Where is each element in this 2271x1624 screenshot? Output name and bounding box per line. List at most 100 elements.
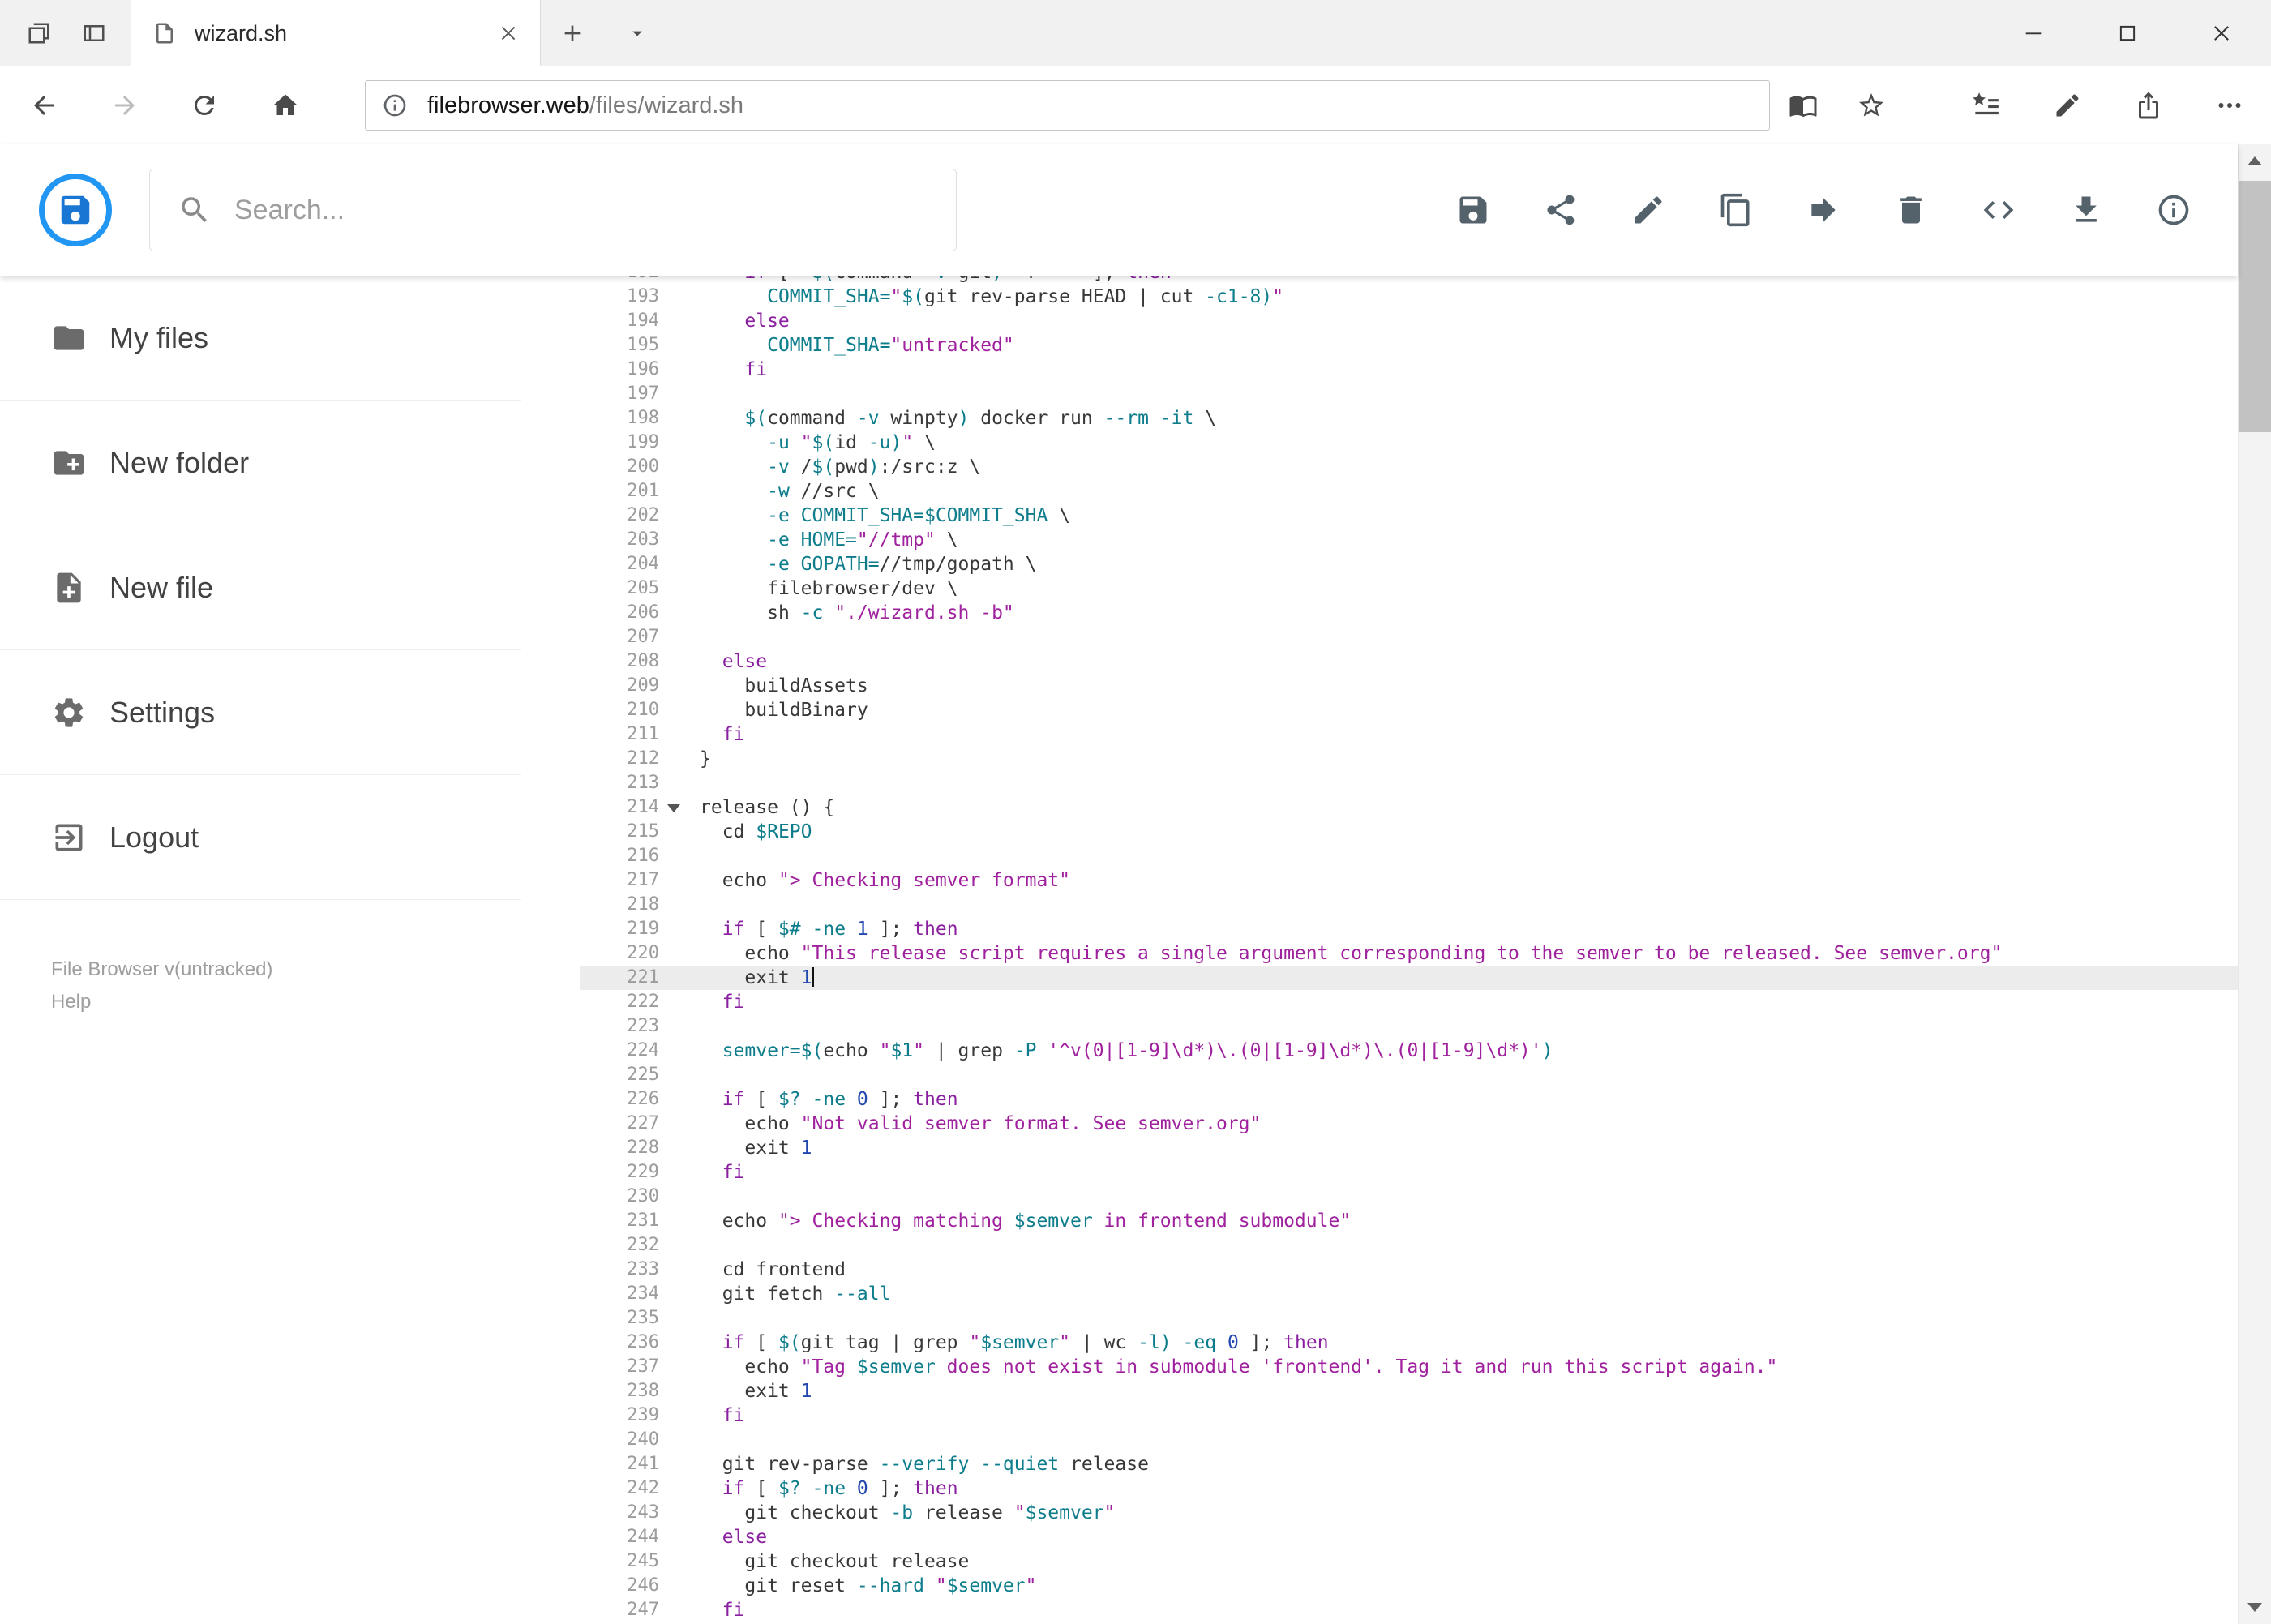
- share-page-icon[interactable]: [2129, 86, 2168, 125]
- share-button[interactable]: [1543, 192, 1579, 228]
- gutter-fold-zone[interactable]: [659, 795, 700, 820]
- code-line-238[interactable]: 238 exit 1: [580, 1379, 2238, 1403]
- reading-view-icon[interactable]: [1784, 86, 1823, 125]
- code-line-233[interactable]: 233 cd frontend: [580, 1258, 2238, 1282]
- code-line-225[interactable]: 225: [580, 1063, 2238, 1087]
- help-link[interactable]: Help: [51, 986, 580, 1018]
- minimize-icon[interactable]: [2007, 11, 2059, 56]
- app-logo[interactable]: [39, 174, 112, 246]
- code-line-204[interactable]: 204 -e GOPATH=//tmp/gopath \: [580, 552, 2238, 576]
- tab-close-icon[interactable]: [498, 23, 519, 44]
- code-line-200[interactable]: 200 -v /$(pwd):/src:z \: [580, 455, 2238, 479]
- code-line-203[interactable]: 203 -e HOME="//tmp" \: [580, 528, 2238, 552]
- edit-button[interactable]: [1630, 192, 1666, 228]
- code-line-245[interactable]: 245 git checkout release: [580, 1549, 2238, 1574]
- code-line-209[interactable]: 209 buildAssets: [580, 674, 2238, 698]
- code-line-228[interactable]: 228 exit 1: [580, 1136, 2238, 1160]
- code-line-194[interactable]: 194 else: [580, 309, 2238, 333]
- code-line-211[interactable]: 211 fi: [580, 722, 2238, 747]
- code-line-205[interactable]: 205 filebrowser/dev \: [580, 576, 2238, 601]
- code-line-226[interactable]: 226 if [ $? -ne 0 ]; then: [580, 1087, 2238, 1112]
- sidebar-item-new-file[interactable]: New file: [0, 525, 521, 650]
- code-line-240[interactable]: 240: [580, 1428, 2238, 1452]
- page-scrollbar[interactable]: [2238, 144, 2271, 1624]
- code-line-219[interactable]: 219 if [ $# -ne 1 ]; then: [580, 917, 2238, 941]
- code-line-232[interactable]: 232: [580, 1233, 2238, 1258]
- code-line-242[interactable]: 242 if [ $? -ne 0 ]; then: [580, 1476, 2238, 1501]
- code-line-207[interactable]: 207: [580, 625, 2238, 649]
- code-line-231[interactable]: 231 echo "> Checking matching $semver in…: [580, 1209, 2238, 1233]
- tab-preview-icon[interactable]: [16, 11, 62, 56]
- code-line-208[interactable]: 208 else: [580, 649, 2238, 674]
- url-field[interactable]: filebrowser.web/files/wizard.sh: [365, 80, 1770, 131]
- more-icon[interactable]: [2210, 86, 2249, 125]
- search-input[interactable]: [233, 193, 956, 227]
- back-icon[interactable]: [21, 83, 66, 128]
- code-line-216[interactable]: 216: [580, 844, 2238, 868]
- maximize-icon[interactable]: [2102, 11, 2153, 56]
- sidebar-item-new-folder[interactable]: New folder: [0, 401, 521, 525]
- code-line-241[interactable]: 241 git rev-parse --verify --quiet relea…: [580, 1452, 2238, 1476]
- code-line-201[interactable]: 201 -w //src \: [580, 479, 2238, 503]
- code-line-229[interactable]: 229 fi: [580, 1160, 2238, 1185]
- code-line-214[interactable]: 214 release () {: [580, 795, 2238, 820]
- home-icon[interactable]: [263, 83, 308, 128]
- code-line-227[interactable]: 227 echo "Not valid semver format. See s…: [580, 1112, 2238, 1136]
- code-line-246[interactable]: 246 git reset --hard "$semver": [580, 1574, 2238, 1598]
- code-line-221[interactable]: 221 exit 1: [580, 966, 2238, 990]
- sidebar-item-logout[interactable]: Logout: [0, 775, 521, 900]
- code-editor[interactable]: 192 if [ "$(command -v git)" != "" ]; th…: [580, 276, 2238, 1624]
- copy-button[interactable]: [1718, 192, 1754, 228]
- close-icon[interactable]: [2196, 11, 2247, 56]
- browser-tab[interactable]: wizard.sh: [131, 0, 541, 66]
- forward-icon[interactable]: [102, 83, 148, 128]
- code-line-215[interactable]: 215 cd $REPO: [580, 820, 2238, 844]
- code-line-244[interactable]: 244 else: [580, 1525, 2238, 1549]
- code-line-197[interactable]: 197: [580, 382, 2238, 406]
- download-button[interactable]: [2068, 192, 2104, 228]
- code-line-223[interactable]: 223: [580, 1014, 2238, 1039]
- code-line-206[interactable]: 206 sh -c "./wizard.sh -b": [580, 601, 2238, 625]
- delete-button[interactable]: [1893, 192, 1929, 228]
- code-line-220[interactable]: 220 echo "This release script requires a…: [580, 941, 2238, 966]
- code-line-198[interactable]: 198 $(command -v winpty) docker run --rm…: [580, 406, 2238, 431]
- code-line-193[interactable]: 193 COMMIT_SHA="$(git rev-parse HEAD | c…: [580, 285, 2238, 309]
- code-line-199[interactable]: 199 -u "$(id -u)" \: [580, 431, 2238, 455]
- hub-icon[interactable]: [1966, 86, 2005, 125]
- code-line-236[interactable]: 236 if [ $(git tag | grep "$semver" | wc…: [580, 1330, 2238, 1355]
- set-tabs-aside-icon[interactable]: [71, 11, 117, 56]
- scrollbar-down-icon[interactable]: [2239, 1591, 2271, 1624]
- code-line-239[interactable]: 239 fi: [580, 1403, 2238, 1428]
- favorite-star-icon[interactable]: [1852, 86, 1891, 125]
- refresh-icon[interactable]: [182, 83, 227, 128]
- code-line-213[interactable]: 213: [580, 771, 2238, 795]
- code-line-234[interactable]: 234 git fetch --all: [580, 1282, 2238, 1306]
- code-line-196[interactable]: 196 fi: [580, 358, 2238, 382]
- code-line-212[interactable]: 212}: [580, 747, 2238, 771]
- code-line-243[interactable]: 243 git checkout -b release "$semver": [580, 1501, 2238, 1525]
- page-info-icon[interactable]: [382, 92, 408, 118]
- save-button[interactable]: [1455, 192, 1491, 228]
- code-line-224[interactable]: 224 semver=$(echo "$1" | grep -P '^v(0|[…: [580, 1039, 2238, 1063]
- code-line-210[interactable]: 210 buildBinary: [580, 698, 2238, 722]
- code-line-217[interactable]: 217 echo "> Checking semver format": [580, 868, 2238, 893]
- new-tab-icon[interactable]: [550, 11, 595, 56]
- sidebar-item-my-files[interactable]: My files: [0, 276, 521, 401]
- code-line-202[interactable]: 202 -e COMMIT_SHA=$COMMIT_SHA \: [580, 503, 2238, 528]
- info-button[interactable]: [2156, 192, 2192, 228]
- code-line-237[interactable]: 237 echo "Tag $semver does not exist in …: [580, 1355, 2238, 1379]
- scrollbar-up-icon[interactable]: [2239, 144, 2271, 178]
- tab-list-chevron-icon[interactable]: [615, 11, 660, 56]
- code-line-192[interactable]: 192 if [ "$(command -v git)" != "" ]; th…: [580, 276, 2238, 285]
- fold-caret-icon[interactable]: [667, 804, 680, 812]
- code-line-230[interactable]: 230: [580, 1185, 2238, 1209]
- scrollbar-thumb[interactable]: [2239, 181, 2271, 432]
- code-line-235[interactable]: 235: [580, 1306, 2238, 1330]
- code-line-247[interactable]: 247 fi: [580, 1598, 2238, 1622]
- code-line-195[interactable]: 195 COMMIT_SHA="untracked": [580, 333, 2238, 358]
- move-button[interactable]: [1806, 192, 1841, 228]
- code-line-222[interactable]: 222 fi: [580, 990, 2238, 1014]
- ink-icon[interactable]: [2048, 86, 2087, 125]
- code-line-218[interactable]: 218: [580, 893, 2238, 917]
- sidebar-item-settings[interactable]: Settings: [0, 650, 521, 775]
